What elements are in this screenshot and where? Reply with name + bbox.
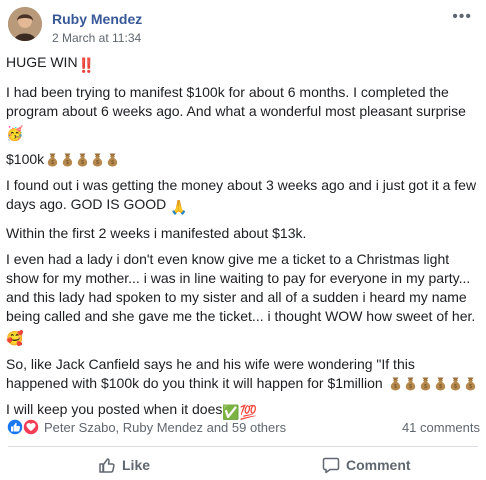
svg-text:$: $: [51, 160, 54, 166]
author-name[interactable]: Ruby Mendez: [52, 11, 142, 27]
svg-text:$: $: [439, 384, 442, 390]
post-paragraph: I had been trying to manifest $100k for …: [6, 83, 480, 143]
post-header: Ruby Mendez 2 March at 11:34 •••: [0, 0, 486, 52]
post-body: HUGE WIN‼️ I had been trying to manifest…: [6, 53, 480, 429]
money-bag-icon: $: [77, 153, 88, 167]
smiling-face-with-hearts-icon: 🥰: [6, 330, 24, 346]
paragraph-text: I even had a lady i don't even know give…: [6, 251, 476, 324]
post-paragraph: HUGE WIN‼️: [6, 53, 480, 75]
paragraph-text: I found out i was getting the money abou…: [6, 177, 477, 212]
money-bag-icon: $: [450, 377, 460, 391]
money-bag-icon: $: [92, 153, 103, 167]
money-bag-icon: $: [465, 377, 475, 391]
money-bag-icon: $: [390, 377, 400, 391]
post-paragraph: I even had a lady i don't even know give…: [6, 250, 480, 348]
reactions-summary: Peter Szabo, Ruby Mendez and 59 others 4…: [6, 418, 480, 436]
paragraph-text: I will keep you posted when it does: [6, 401, 223, 417]
svg-text:$: $: [409, 384, 412, 390]
money-bag-icon: $: [405, 377, 415, 391]
svg-text:$: $: [394, 384, 397, 390]
paragraph-text: Within the first 2 weeks i manifested ab…: [6, 225, 307, 241]
reaction-icons[interactable]: [6, 418, 44, 436]
like-label: Like: [122, 457, 151, 473]
post-timestamp[interactable]: 2 March at 11:34: [52, 31, 141, 45]
svg-text:$: $: [111, 160, 114, 166]
post-paragraph: I found out i was getting the money abou…: [6, 176, 480, 217]
svg-text:$: $: [454, 384, 457, 390]
money-bag-icon: $: [47, 153, 58, 167]
comment-button[interactable]: Comment: [322, 456, 411, 476]
comment-icon: [322, 457, 340, 474]
svg-text:$: $: [469, 384, 472, 390]
like-button[interactable]: Like: [98, 456, 150, 476]
divider: [8, 446, 478, 447]
svg-text:$: $: [66, 160, 69, 166]
paragraph-text: $100k: [6, 151, 45, 167]
reaction-names[interactable]: Peter Szabo, Ruby Mendez and 59 others: [44, 420, 286, 435]
avatar[interactable]: [8, 7, 42, 41]
double-exclamation-icon: ‼️: [77, 57, 95, 73]
svg-text:$: $: [424, 384, 427, 390]
comment-label: Comment: [346, 457, 411, 473]
money-bag-icon: $: [435, 377, 445, 391]
more-options-icon[interactable]: •••: [452, 8, 472, 26]
post-paragraph: So, like Jack Canfield says he and his w…: [6, 355, 480, 393]
post-paragraph: Within the first 2 weeks i manifested ab…: [6, 224, 480, 243]
money-bag-icon: $: [420, 377, 430, 391]
thumbs-up-icon: [99, 458, 115, 473]
paragraph-text: I had been trying to manifest $100k for …: [6, 84, 466, 119]
paragraph-text: HUGE WIN: [6, 54, 78, 70]
paragraph-text: So, like Jack Canfield says he and his w…: [6, 356, 415, 391]
money-bag-icon: $: [62, 153, 73, 167]
party-face-icon: 🥳: [6, 125, 24, 141]
svg-text:$: $: [81, 160, 84, 166]
post-paragraph: $100k $ $ $ $ $: [6, 150, 480, 169]
praying-hands-icon: 🙏: [170, 199, 188, 215]
money-bag-icon: $: [107, 153, 118, 167]
comments-count[interactable]: 41 comments: [402, 420, 480, 435]
svg-text:$: $: [96, 160, 99, 166]
